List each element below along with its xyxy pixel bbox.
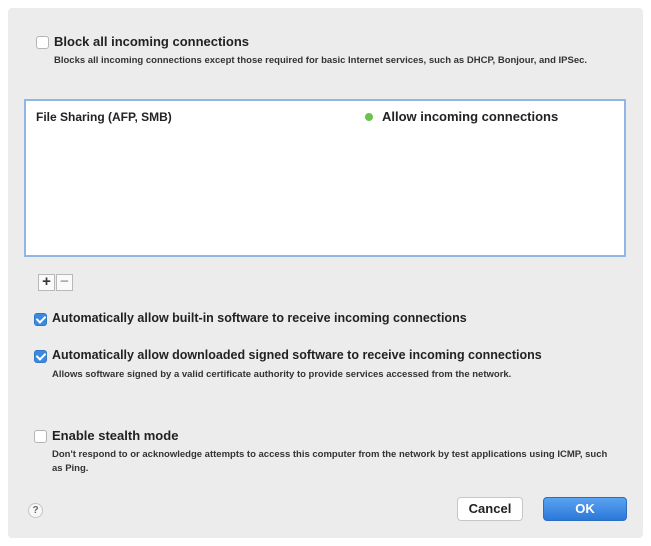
block-all-description: Blocks all incoming connections except t… <box>54 55 588 66</box>
auto-allow-signed-description: Allows software signed by a valid certif… <box>52 369 512 380</box>
cancel-button[interactable]: Cancel <box>457 497 523 521</box>
service-status[interactable]: Allow incoming connections <box>382 109 558 124</box>
ok-button[interactable]: OK <box>543 497 627 521</box>
status-indicator-icon <box>365 113 373 121</box>
help-button[interactable]: ? <box>28 503 43 518</box>
auto-allow-signed-checkbox[interactable] <box>34 350 47 363</box>
services-list[interactable]: File Sharing (AFP, SMB) Allow incoming c… <box>24 99 626 257</box>
auto-allow-builtin-checkbox[interactable] <box>34 313 47 326</box>
service-name: File Sharing (AFP, SMB) <box>36 110 172 124</box>
remove-app-button[interactable]: − <box>56 274 73 291</box>
service-row[interactable]: File Sharing (AFP, SMB) Allow incoming c… <box>26 101 624 127</box>
block-all-checkbox[interactable] <box>36 36 49 49</box>
block-all-label[interactable]: Block all incoming connections <box>54 34 249 49</box>
auto-allow-builtin-label[interactable]: Automatically allow built-in software to… <box>52 311 467 325</box>
stealth-mode-label[interactable]: Enable stealth mode <box>52 428 178 443</box>
add-app-button[interactable]: + <box>38 274 55 291</box>
stealth-mode-checkbox[interactable] <box>34 430 47 443</box>
auto-allow-signed-label[interactable]: Automatically allow downloaded signed so… <box>52 348 542 362</box>
stealth-mode-description: Don't respond to or acknowledge attempts… <box>52 449 608 474</box>
